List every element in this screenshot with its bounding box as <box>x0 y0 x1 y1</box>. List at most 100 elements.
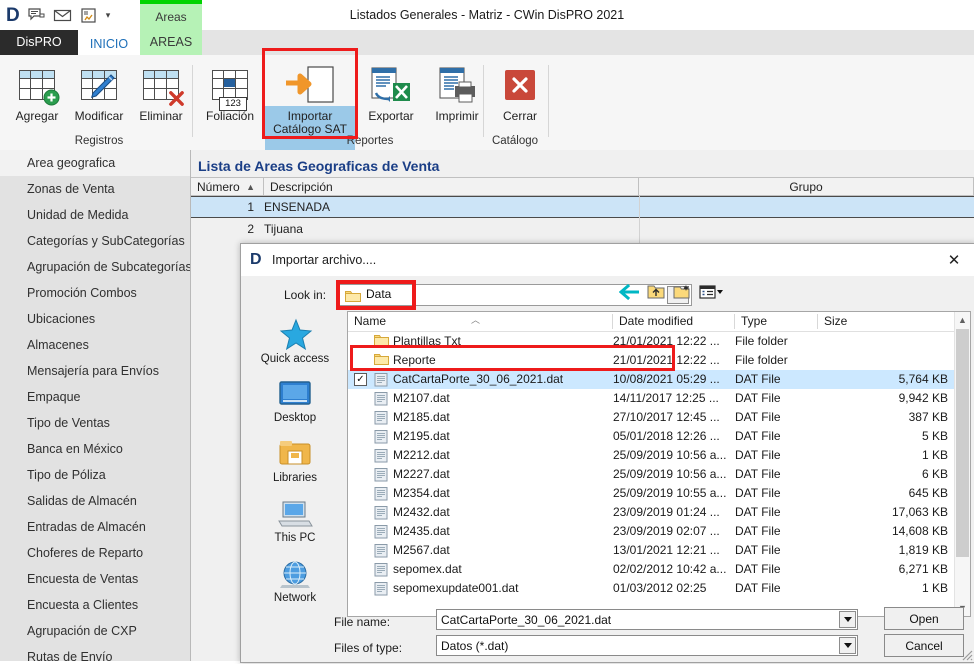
open-button[interactable]: Open <box>884 607 964 630</box>
row-numero: 1 <box>247 200 254 214</box>
list-item[interactable]: M2227.dat 25/09/2019 10:56 a... DAT File 6 … <box>348 465 956 484</box>
table-row[interactable]: 2 Tijuana <box>191 218 974 240</box>
file-type: DAT File <box>735 410 781 424</box>
overflow-caret-icon[interactable]: ▾ <box>106 10 111 21</box>
ribbon-button-agregar[interactable]: Agregar <box>4 58 70 144</box>
ribbon-label-modificar: Modificar <box>74 109 124 123</box>
ribbon-button-modificar[interactable]: Modificar <box>66 58 132 144</box>
file-column-date[interactable]: Date modified <box>613 312 735 331</box>
place-label: Desktop <box>273 411 317 424</box>
ribbon-label-eliminar: Eliminar <box>139 109 183 123</box>
list-item[interactable]: M2107.dat 14/11/2017 12:25 ... DAT File 9,9… <box>348 389 956 408</box>
ribbon-button-eliminar[interactable]: Eliminar <box>128 58 194 144</box>
file-size: 1 KB <box>921 448 948 462</box>
file-type: DAT File <box>735 467 781 481</box>
list-item[interactable]: M2435.dat 23/09/2019 02:07 ... DAT File 14,… <box>348 522 956 541</box>
place-libraries[interactable]: Libraries <box>245 431 345 491</box>
place-quick-access[interactable]: Quick access <box>245 311 345 371</box>
tab-inicio[interactable]: INICIO <box>78 30 140 57</box>
sidebar-item-entradas-de-almac-n[interactable]: Entradas de Almacén <box>0 514 190 540</box>
file-size: 9,942 KB <box>898 391 948 405</box>
files-of-type-select[interactable]: Datos (*.dat) <box>436 635 858 656</box>
list-item[interactable]: M2212.dat 25/09/2019 10:56 a... DAT File 1 … <box>348 446 956 465</box>
sidebar-item-agrupaci-n-de-cxp[interactable]: Agrupación de CXP <box>0 618 190 644</box>
sidebar-item-label: Choferes de Reparto <box>27 546 144 560</box>
list-item[interactable]: M2195.dat 05/01/2018 12:26 ... DAT File 5 K… <box>348 427 956 446</box>
file-column-type[interactable]: Type <box>735 312 818 331</box>
sidebar-item-banca-en-m-xico[interactable]: Banca en México <box>0 436 190 462</box>
list-item[interactable]: M2432.dat 23/09/2019 01:24 ... DAT File 17,… <box>348 503 956 522</box>
report-icon[interactable] <box>79 6 98 25</box>
new-folder-icon[interactable] <box>673 284 691 303</box>
sidebar-item-tipo-de-p-liza[interactable]: Tipo de Póliza <box>0 462 190 488</box>
file-column-size[interactable]: Size <box>818 312 956 331</box>
sidebar-item-choferes-de-reparto[interactable]: Choferes de Reparto <box>0 540 190 566</box>
list-item[interactable]: M2354.dat 25/09/2019 10:55 a... DAT File 64… <box>348 484 956 503</box>
file-column-name[interactable]: Name <box>348 312 613 331</box>
ribbon-button-cerrar[interactable]: Cerrar <box>487 58 553 144</box>
sidebar-item-label: Encuesta a Clientes <box>27 598 139 612</box>
sidebar-item-zonas-de-venta[interactable]: Zonas de Venta <box>0 176 190 202</box>
ribbon-button-exportar[interactable]: Exportar <box>358 58 424 144</box>
sidebar-item-almacenes[interactable]: Almacenes <box>0 332 190 358</box>
file-size: 1,819 KB <box>898 543 948 557</box>
sidebar-item-encuesta-a-clientes[interactable]: Encuesta a Clientes <box>0 592 190 618</box>
list-item[interactable]: M2185.dat 27/10/2017 12:45 ... DAT File 387… <box>348 408 956 427</box>
sidebar-item-agrupaci-n-de-subcategor-as[interactable]: Agrupación de Subcategorías <box>0 254 190 280</box>
sidebar-item-rutas-de-env-o[interactable]: Rutas de Envío <box>0 644 190 661</box>
tab-areas[interactable]: AREAS <box>140 30 202 55</box>
tab-dispro[interactable]: DisPRO <box>0 30 78 55</box>
list-item[interactable]: ✓ CatCartaPorte_30_06_2021.dat 10/08/2021 … <box>348 370 956 389</box>
file-size: 6,271 KB <box>898 562 948 576</box>
file-date: 01/03/2012 02:25 <box>613 581 707 595</box>
dispro-logo-icon: D <box>6 4 20 26</box>
file-size: 1 KB <box>921 581 948 595</box>
scrollbar-thumb[interactable] <box>956 329 969 557</box>
ribbon-button-foliacion[interactable]: 123 Foliación <box>197 58 263 144</box>
close-icon[interactable]: ✕ <box>933 244 974 275</box>
sidebar-item-ubicaciones[interactable]: Ubicaciones <box>0 306 190 332</box>
ribbon-group-registros: Registros <box>74 135 124 147</box>
back-arrow-icon[interactable] <box>618 283 640 303</box>
place-desktop[interactable]: Desktop <box>245 371 345 431</box>
look-in-annotation-box <box>336 280 416 310</box>
place-this-pc[interactable]: This PC <box>245 491 345 551</box>
table-row[interactable]: 1 ENSENADA <box>191 196 974 218</box>
scroll-up-arrow-icon[interactable]: ▲ <box>955 312 970 328</box>
grid-column-descripcion[interactable]: Descripción <box>264 177 639 196</box>
comment-icon[interactable] <box>27 6 46 25</box>
sidebar-item-promoci-n-combos[interactable]: Promoción Combos <box>0 280 190 306</box>
sidebar-item-label: Area geografica <box>27 156 116 170</box>
cancel-button[interactable]: Cancel <box>884 634 964 657</box>
chevron-down-icon[interactable] <box>839 611 856 628</box>
sidebar-item-encuesta-de-ventas[interactable]: Encuesta de Ventas <box>0 566 190 592</box>
up-folder-icon[interactable] <box>647 284 665 303</box>
sidebar-item-empaque[interactable]: Empaque <box>0 384 190 410</box>
ribbon-button-importar-catalogo-sat[interactable]: Importar Catálogo SAT <box>266 58 354 144</box>
list-item[interactable]: M2567.dat 13/01/2021 12:21 ... DAT File 1,8… <box>348 541 956 560</box>
sidebar-item-categor-as-y-subcategor-as[interactable]: Categorías y SubCategorías <box>0 228 190 254</box>
ribbon-button-imprimir[interactable]: Imprimir <box>424 58 490 144</box>
list-item[interactable]: sepomex.dat 02/02/2012 10:42 a... DAT File… <box>348 560 956 579</box>
sidebar-item-mensajer-a-para-env-os[interactable]: Mensajería para Envíos <box>0 358 190 384</box>
close-x-icon <box>503 62 537 108</box>
file-size: 645 KB <box>908 486 948 500</box>
importar-archivo-dialog: D Importar archivo.... ✕ Look in: Data Q… <box>240 243 974 663</box>
file-type: DAT File <box>735 448 781 462</box>
file-name-input[interactable]: CatCartaPorte_30_06_2021.dat <box>436 609 858 630</box>
sidebar-item-label: Tipo de Póliza <box>27 468 106 482</box>
sidebar-item-tipo-de-ventas[interactable]: Tipo de Ventas <box>0 410 190 436</box>
file-checkbox[interactable]: ✓ <box>354 373 367 386</box>
mail-icon[interactable] <box>53 6 72 25</box>
place-network[interactable]: Network <box>245 551 345 611</box>
sidebar-item-area-geografica[interactable]: Area geografica <box>0 150 190 176</box>
file-list-scrollbar[interactable]: ▲ ▼ <box>954 312 970 616</box>
sidebar-item-salidas-de-almac-n[interactable]: Salidas de Almacén <box>0 488 190 514</box>
list-item[interactable]: sepomexupdate001.dat 01/03/2012 02:25 DAT … <box>348 579 956 598</box>
grid-column-numero[interactable]: Número ▲ <box>191 177 264 196</box>
sidebar-item-unidad-de-medida[interactable]: Unidad de Medida <box>0 202 190 228</box>
resize-grip-icon[interactable] <box>961 649 973 661</box>
grid-column-grupo[interactable]: Grupo <box>639 177 974 196</box>
chevron-down-icon[interactable] <box>839 637 856 654</box>
view-menu-icon[interactable] <box>699 284 723 303</box>
